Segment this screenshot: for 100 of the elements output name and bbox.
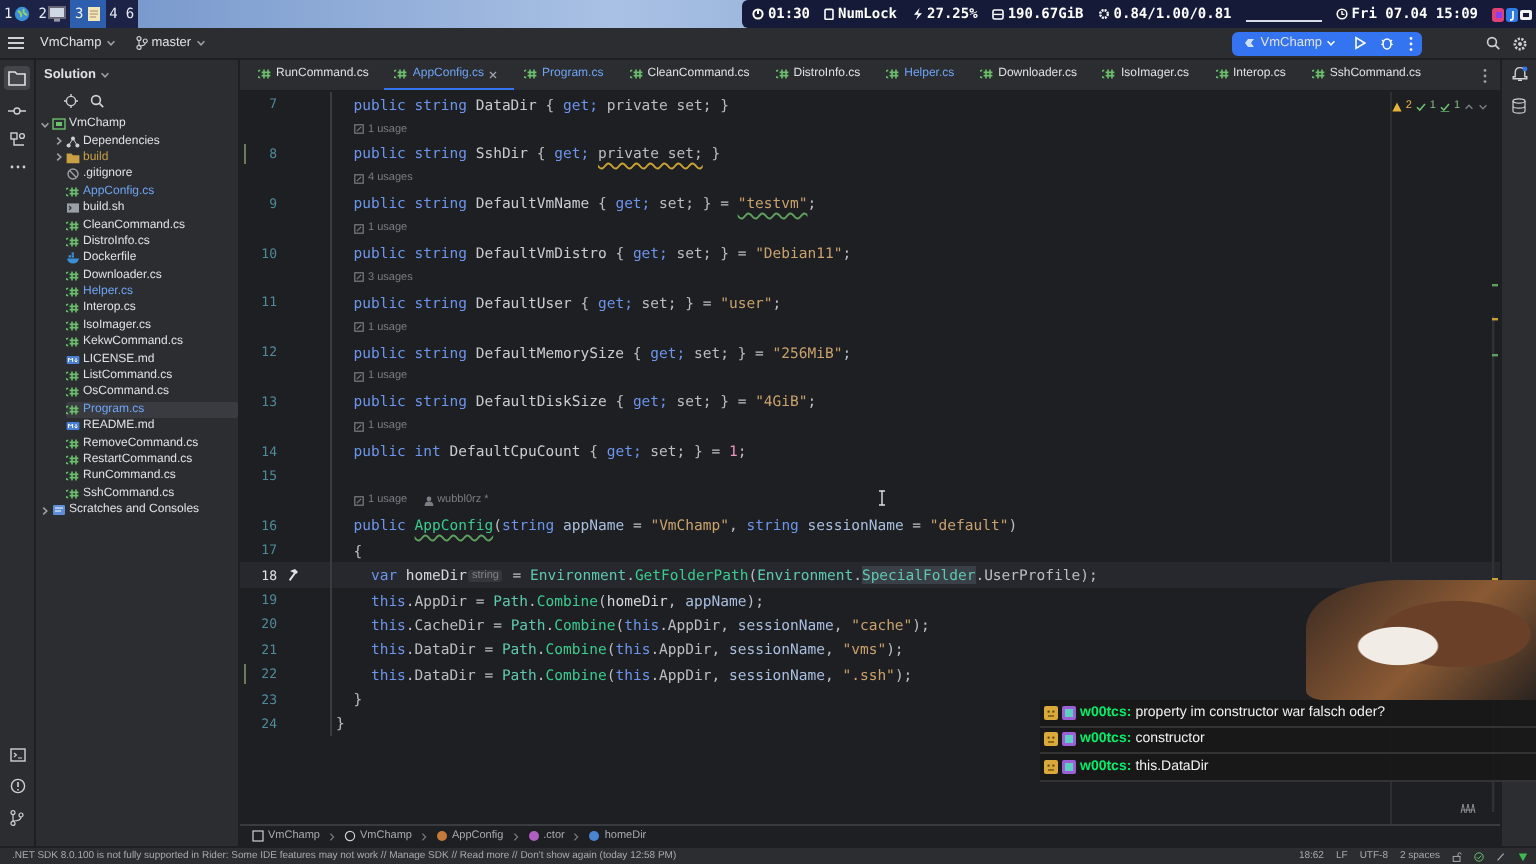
face-badge-icon	[1044, 759, 1058, 774]
check-circle-icon[interactable]	[1474, 851, 1484, 861]
chevron-right-icon	[327, 831, 336, 841]
chevron-down-icon[interactable]	[40, 119, 50, 130]
run-icon[interactable]	[1354, 36, 1366, 50]
class-icon	[435, 830, 448, 842]
face-badge-icon	[1044, 732, 1058, 747]
chevron-right-icon[interactable]	[54, 136, 64, 147]
commit-icon[interactable]	[8, 106, 26, 116]
hash-file-icon	[66, 454, 80, 466]
usages-icon	[354, 421, 364, 432]
usages-icon	[354, 272, 364, 283]
warning-icon	[1391, 101, 1402, 111]
hash-file-icon	[629, 68, 644, 80]
empty-indicator	[1245, 19, 1322, 21]
bug-icon[interactable]	[1380, 36, 1394, 50]
chevron-right-icon[interactable]	[54, 152, 64, 163]
globe-icon	[14, 6, 31, 22]
more-icon[interactable]	[1408, 35, 1414, 51]
problems-icon[interactable]	[9, 778, 25, 794]
hash-file-icon	[1102, 68, 1117, 80]
variable-icon	[588, 830, 601, 842]
usages-icon	[354, 495, 364, 506]
hash-file-icon	[66, 235, 80, 248]
chevron-right-icon[interactable]	[40, 505, 50, 516]
lightning-icon	[911, 8, 924, 20]
hash-file-icon	[66, 403, 80, 416]
chevron-right-icon	[419, 831, 428, 841]
more-icon[interactable]	[1482, 67, 1488, 83]
folder-icon[interactable]	[8, 70, 26, 86]
hash-file-icon	[886, 68, 901, 80]
check-icon	[1415, 101, 1426, 111]
hash-file-icon	[66, 370, 80, 383]
terminal-file-icon	[66, 202, 80, 215]
hash-file-icon	[66, 336, 80, 349]
method-icon	[527, 830, 540, 842]
hash-file-icon	[66, 386, 80, 399]
folder-icon	[66, 151, 80, 164]
hash-file-icon	[775, 68, 790, 80]
hash-file-icon	[66, 302, 80, 315]
notification-bell-icon[interactable]	[1511, 66, 1527, 82]
usages-icon	[354, 322, 364, 333]
drive-icon	[991, 8, 1004, 20]
configuration-icon	[1244, 38, 1257, 48]
chevron-down-icon	[195, 38, 206, 48]
clock-icon	[1335, 8, 1348, 20]
terminal-icon[interactable]	[9, 748, 25, 762]
git-branch-icon[interactable]	[10, 810, 24, 826]
person-icon	[423, 495, 434, 506]
document-file-icon	[66, 420, 80, 433]
usages-icon	[354, 223, 364, 234]
ignore-file-icon	[66, 168, 80, 181]
chevron-up-icon[interactable]	[1464, 101, 1474, 111]
usages-icon	[354, 124, 364, 135]
chevron-down-icon[interactable]	[1478, 101, 1488, 111]
more-icon[interactable]	[9, 164, 25, 170]
search-icon[interactable]	[1486, 36, 1500, 50]
hammer-icon[interactable]	[288, 568, 302, 583]
usages-icon	[354, 371, 364, 382]
hash-file-icon	[524, 68, 539, 80]
hash-file-icon	[394, 68, 409, 80]
unlock-icon[interactable]	[1452, 851, 1462, 861]
menu-icon[interactable]	[8, 36, 24, 50]
chevron-down-icon	[1326, 38, 1336, 48]
hash-file-icon	[66, 185, 80, 198]
dependencies-icon	[66, 135, 80, 148]
settings-icon[interactable]	[1512, 35, 1528, 51]
locate-icon[interactable]	[64, 94, 78, 108]
document-file-icon	[66, 353, 80, 366]
hash-file-icon	[66, 487, 80, 500]
hash-file-icon	[1311, 68, 1326, 80]
hash-file-icon	[1215, 68, 1229, 80]
namespace-icon	[343, 830, 356, 842]
usages-icon	[354, 173, 364, 184]
chevron-right-icon	[572, 831, 581, 841]
face-badge-icon	[1044, 705, 1058, 720]
chevron-right-icon	[511, 831, 520, 841]
close-icon[interactable]	[488, 69, 499, 79]
power-icon	[751, 8, 764, 20]
reader-mode-icon[interactable]	[1460, 802, 1476, 814]
app-icon	[1506, 7, 1518, 21]
hash-file-icon	[66, 219, 80, 232]
hash-file-icon	[66, 470, 80, 483]
database-icon[interactable]	[1512, 98, 1526, 114]
cog-icon	[1097, 8, 1110, 20]
search-icon[interactable]	[90, 94, 104, 108]
container-file-icon	[66, 252, 80, 265]
pen-icon[interactable]	[1496, 851, 1506, 861]
clipboard-icon	[824, 8, 835, 20]
hash-file-icon	[66, 319, 80, 332]
shield-icon[interactable]	[1518, 851, 1528, 861]
hash-file-icon	[258, 68, 272, 80]
hash-file-icon	[980, 68, 995, 80]
hash-file-icon	[66, 437, 80, 450]
colorful-app-icon	[1492, 7, 1504, 21]
structure-icon[interactable]	[9, 132, 25, 148]
scratches-icon	[52, 504, 66, 517]
branch-icon	[135, 36, 148, 50]
project-icon	[252, 830, 264, 842]
hash-file-icon	[66, 286, 80, 299]
